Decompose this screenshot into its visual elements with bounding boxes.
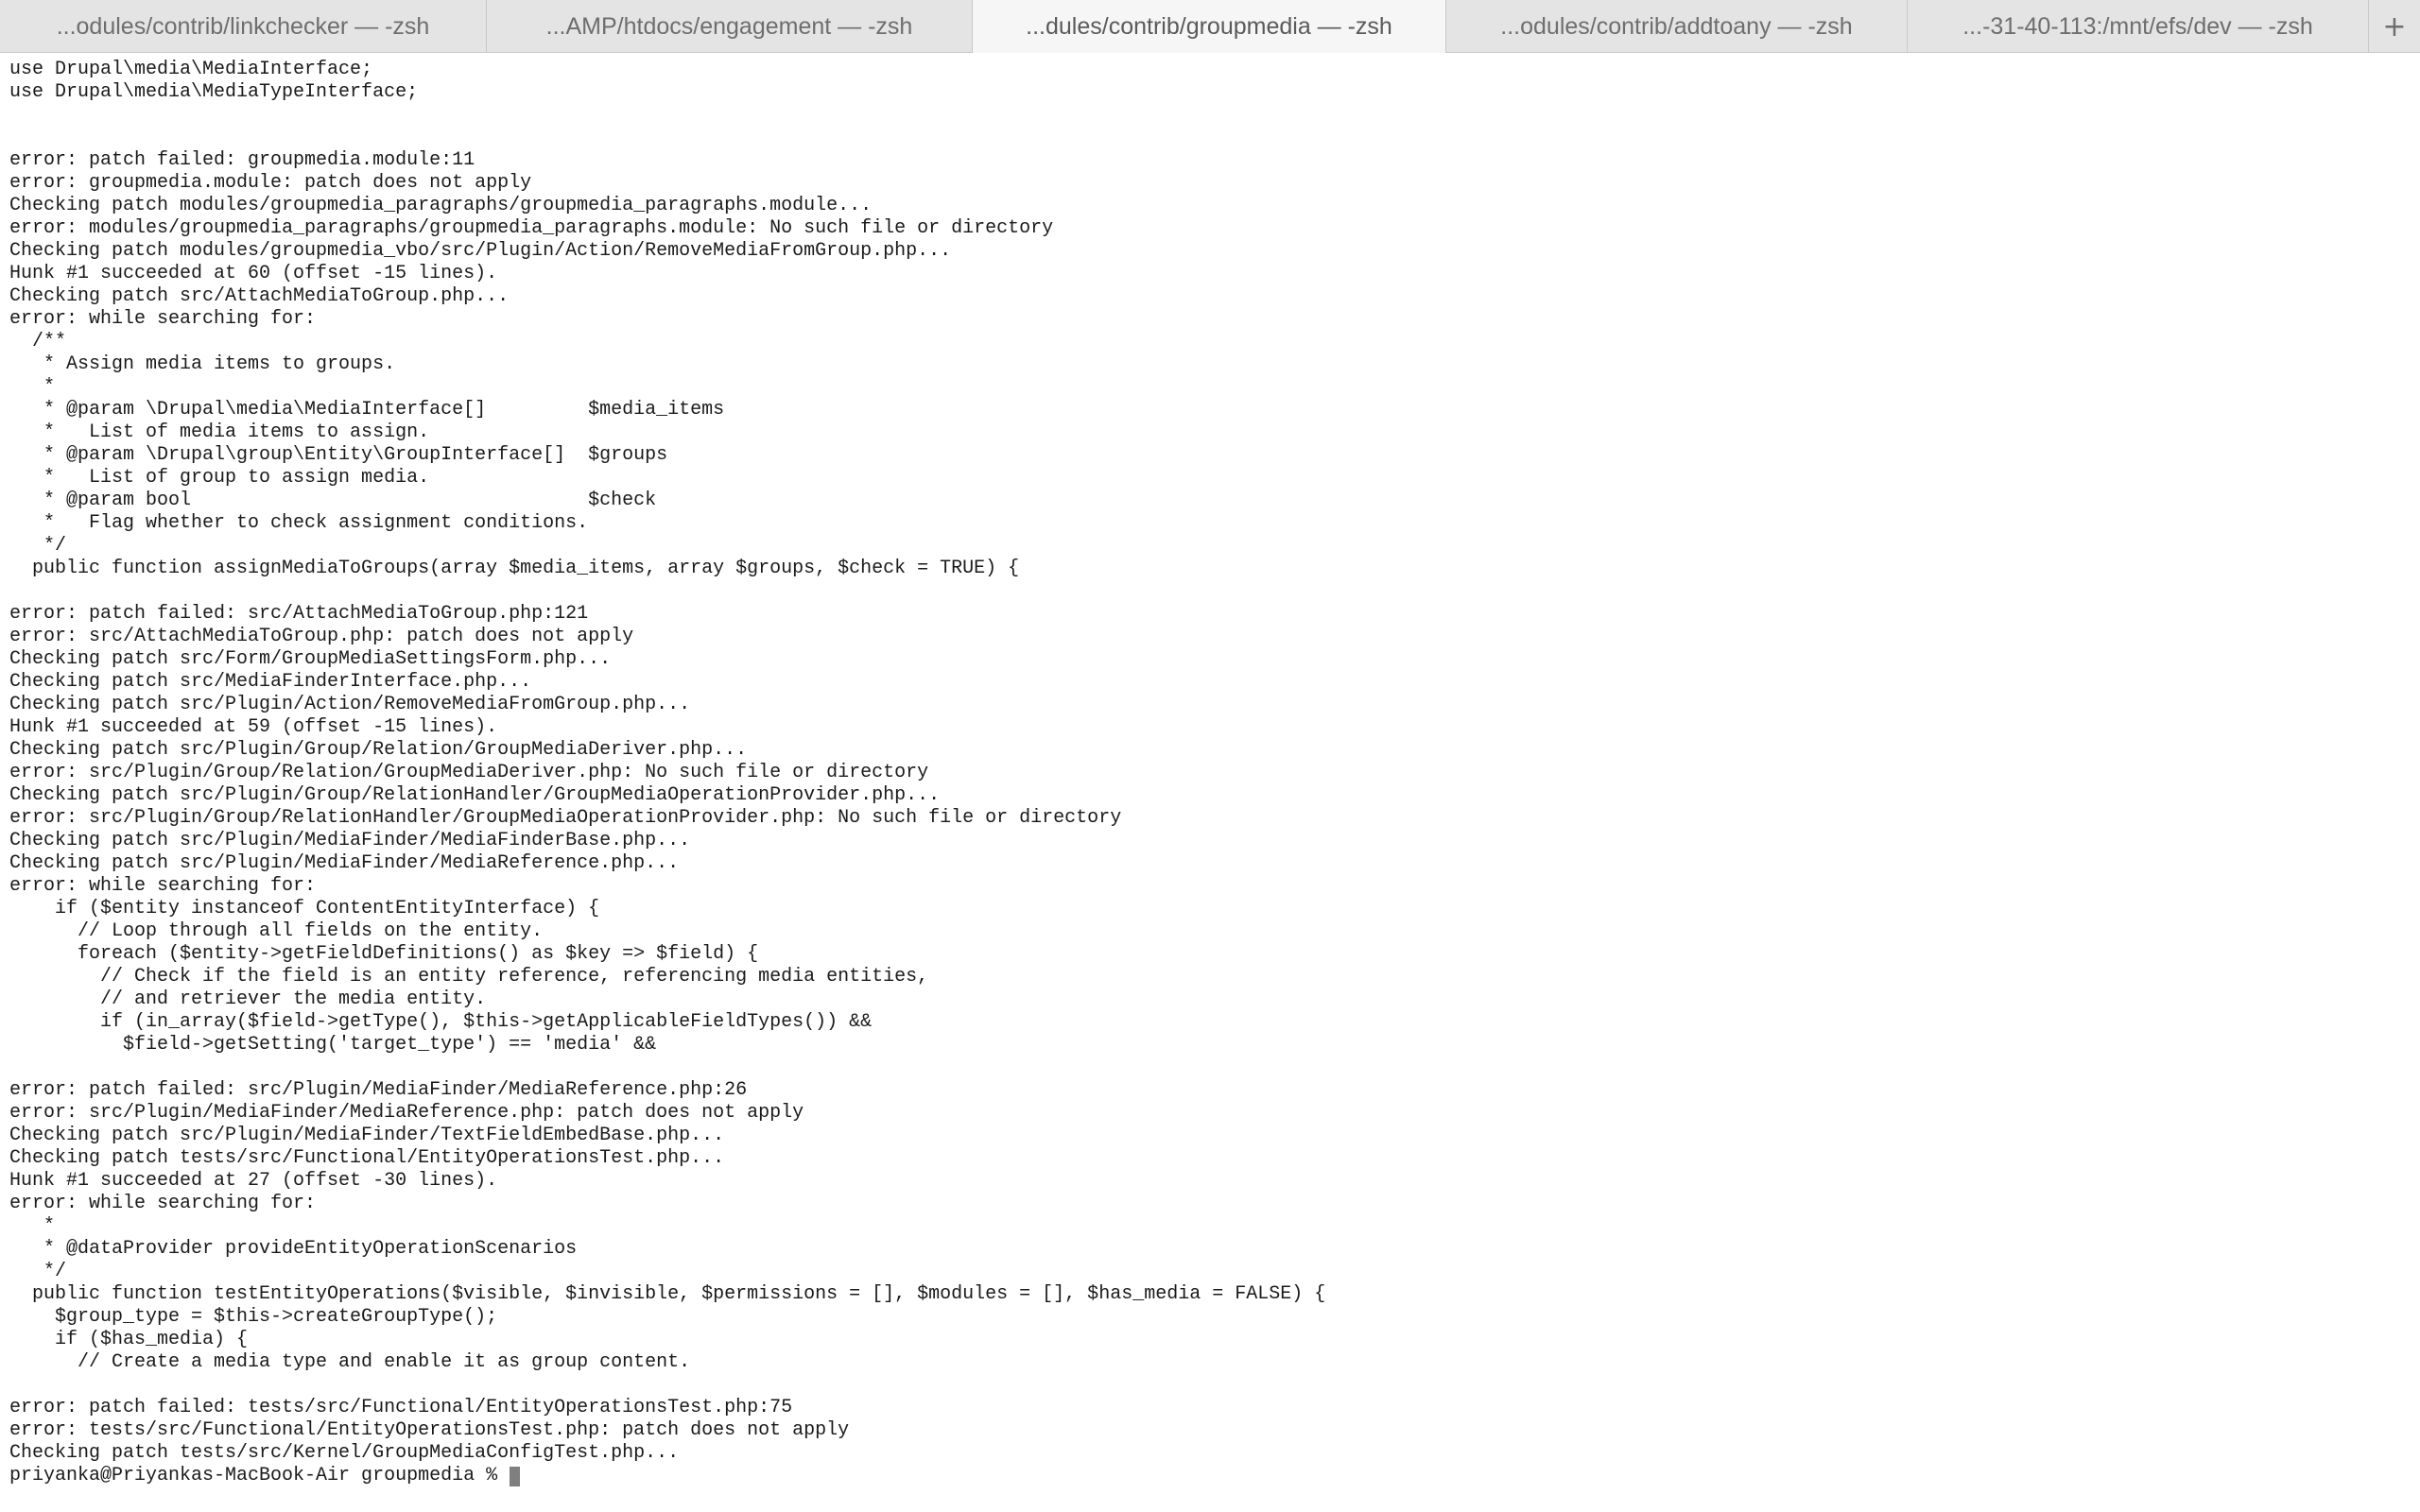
- terminal-output[interactable]: use Drupal\media\MediaInterface; use Drup…: [9, 59, 2411, 1504]
- terminal-line: error: patch failed: tests/src/Functiona…: [9, 1397, 793, 1418]
- terminal-line: Checking patch src/Form/GroupMediaSettin…: [9, 648, 612, 670]
- terminal-line: Checking patch src/Plugin/MediaFinder/Me…: [9, 830, 691, 851]
- terminal-line: * List of group to assign media.: [9, 467, 430, 489]
- terminal-line: */: [9, 1261, 67, 1282]
- terminal-line: $field->getSetting('target_type') == 'me…: [9, 1034, 657, 1056]
- terminal-line: * @param \Drupal\media\MediaInterface[] …: [9, 399, 725, 421]
- terminal-line: Checking patch src/Plugin/Action/RemoveM…: [9, 694, 691, 715]
- terminal-line: if ($entity instanceof ContentEntityInte…: [9, 898, 600, 919]
- terminal-line: use Drupal\media\MediaInterface;: [9, 59, 373, 80]
- terminal-line: error: modules/groupmedia_paragraphs/gro…: [9, 217, 1054, 239]
- terminal-line: use Drupal\media\MediaTypeInterface;: [9, 81, 419, 103]
- terminal-line: Checking patch src/Plugin/Group/Relation…: [9, 739, 748, 761]
- terminal-line: // and retriever the media entity.: [9, 988, 487, 1010]
- terminal-line: Checking patch modules/groupmedia_paragr…: [9, 195, 873, 216]
- shell-prompt-line[interactable]: priyanka@Priyankas-MacBook-Air groupmedi…: [9, 1465, 2411, 1487]
- terminal-line: Checking patch tests/src/Kernel/GroupMed…: [9, 1442, 680, 1464]
- terminal-line: * Assign media items to groups.: [9, 353, 396, 375]
- tab-linkchecker[interactable]: ...odules/contrib/linkchecker — -zsh: [0, 0, 487, 53]
- terminal-line: // Check if the field is an entity refer…: [9, 966, 929, 988]
- terminal-line: error: patch failed: src/AttachMediaToGr…: [9, 603, 589, 625]
- terminal-line: Hunk #1 succeeded at 60 (offset -15 line…: [9, 263, 498, 284]
- terminal-line: error: while searching for:: [9, 308, 317, 330]
- terminal-line: // Create a media type and enable it as …: [9, 1351, 691, 1373]
- tab-efs-dev[interactable]: ...-31-40-113:/mnt/efs/dev — -zsh: [1908, 0, 2369, 53]
- terminal-line: *: [9, 376, 56, 398]
- shell-prompt: priyanka@Priyankas-MacBook-Air groupmedi…: [9, 1465, 510, 1486]
- terminal-line: error: src/Plugin/Group/RelationHandler/…: [9, 807, 1122, 829]
- terminal-line: error: while searching for:: [9, 875, 317, 897]
- plus-icon: +: [2382, 9, 2407, 43]
- terminal-line: * @dataProvider provideEntityOperationSc…: [9, 1238, 578, 1260]
- terminal-line: Checking patch modules/groupmedia_vbo/sr…: [9, 240, 952, 262]
- terminal-line: */: [9, 535, 67, 557]
- terminal-line: error: groupmedia.module: patch does not…: [9, 172, 532, 194]
- terminal-line: Checking patch src/Plugin/MediaFinder/Te…: [9, 1125, 725, 1146]
- terminal-line: public function testEntityOperations($vi…: [9, 1283, 1326, 1305]
- terminal-line: * Flag whether to check assignment condi…: [9, 512, 589, 534]
- terminal-line: Checking patch src/AttachMediaToGroup.ph…: [9, 285, 510, 307]
- terminal-line: Checking patch src/Plugin/MediaFinder/Me…: [9, 852, 680, 874]
- tab-engagement[interactable]: ...AMP/htdocs/engagement — -zsh: [487, 0, 973, 53]
- terminal-line: error: tests/src/Functional/EntityOperat…: [9, 1419, 850, 1441]
- terminal-line: foreach ($entity->getFieldDefinitions() …: [9, 943, 759, 965]
- terminal-line: public function assignMediaToGroups(arra…: [9, 558, 1020, 579]
- terminal-line: if ($has_media) {: [9, 1329, 249, 1350]
- terminal-line: // Loop through all fields on the entity…: [9, 920, 544, 942]
- terminal-line: $group_type = $this->createGroupType();: [9, 1306, 498, 1328]
- terminal-line: if (in_array($field->getType(), $this->g…: [9, 1011, 873, 1033]
- new-tab-button[interactable]: +: [2369, 0, 2420, 53]
- terminal-line: * @param bool $check: [9, 490, 657, 511]
- tab-bar: ...odules/contrib/linkchecker — -zsh ...…: [0, 0, 2420, 53]
- terminal-line: * @param \Drupal\group\Entity\GroupInter…: [9, 444, 668, 466]
- tab-groupmedia[interactable]: ...dules/contrib/groupmedia — -zsh: [973, 0, 1446, 53]
- terminal-line: *: [9, 1215, 56, 1237]
- tab-addtoany[interactable]: ...odules/contrib/addtoany — -zsh: [1446, 0, 1908, 53]
- terminal-line: * List of media items to assign.: [9, 421, 430, 443]
- terminal-line: Hunk #1 succeeded at 27 (offset -30 line…: [9, 1170, 498, 1192]
- terminal-line: error: src/Plugin/Group/Relation/GroupMe…: [9, 762, 929, 783]
- terminal-line: /**: [9, 331, 67, 352]
- terminal-line: error: patch failed: groupmedia.module:1…: [9, 149, 475, 171]
- terminal-line: Checking patch tests/src/Functional/Enti…: [9, 1147, 725, 1169]
- terminal-line: error: while searching for:: [9, 1193, 317, 1214]
- terminal-line: error: src/AttachMediaToGroup.php: patch…: [9, 626, 634, 647]
- terminal-line: Hunk #1 succeeded at 59 (offset -15 line…: [9, 716, 498, 738]
- terminal-line: error: patch failed: src/Plugin/MediaFin…: [9, 1079, 748, 1101]
- terminal-line: error: src/Plugin/MediaFinder/MediaRefer…: [9, 1102, 804, 1124]
- terminal-line: Checking patch src/Plugin/Group/Relation…: [9, 784, 941, 806]
- text-cursor: [510, 1466, 521, 1486]
- terminal-line: Checking patch src/MediaFinderInterface.…: [9, 671, 532, 693]
